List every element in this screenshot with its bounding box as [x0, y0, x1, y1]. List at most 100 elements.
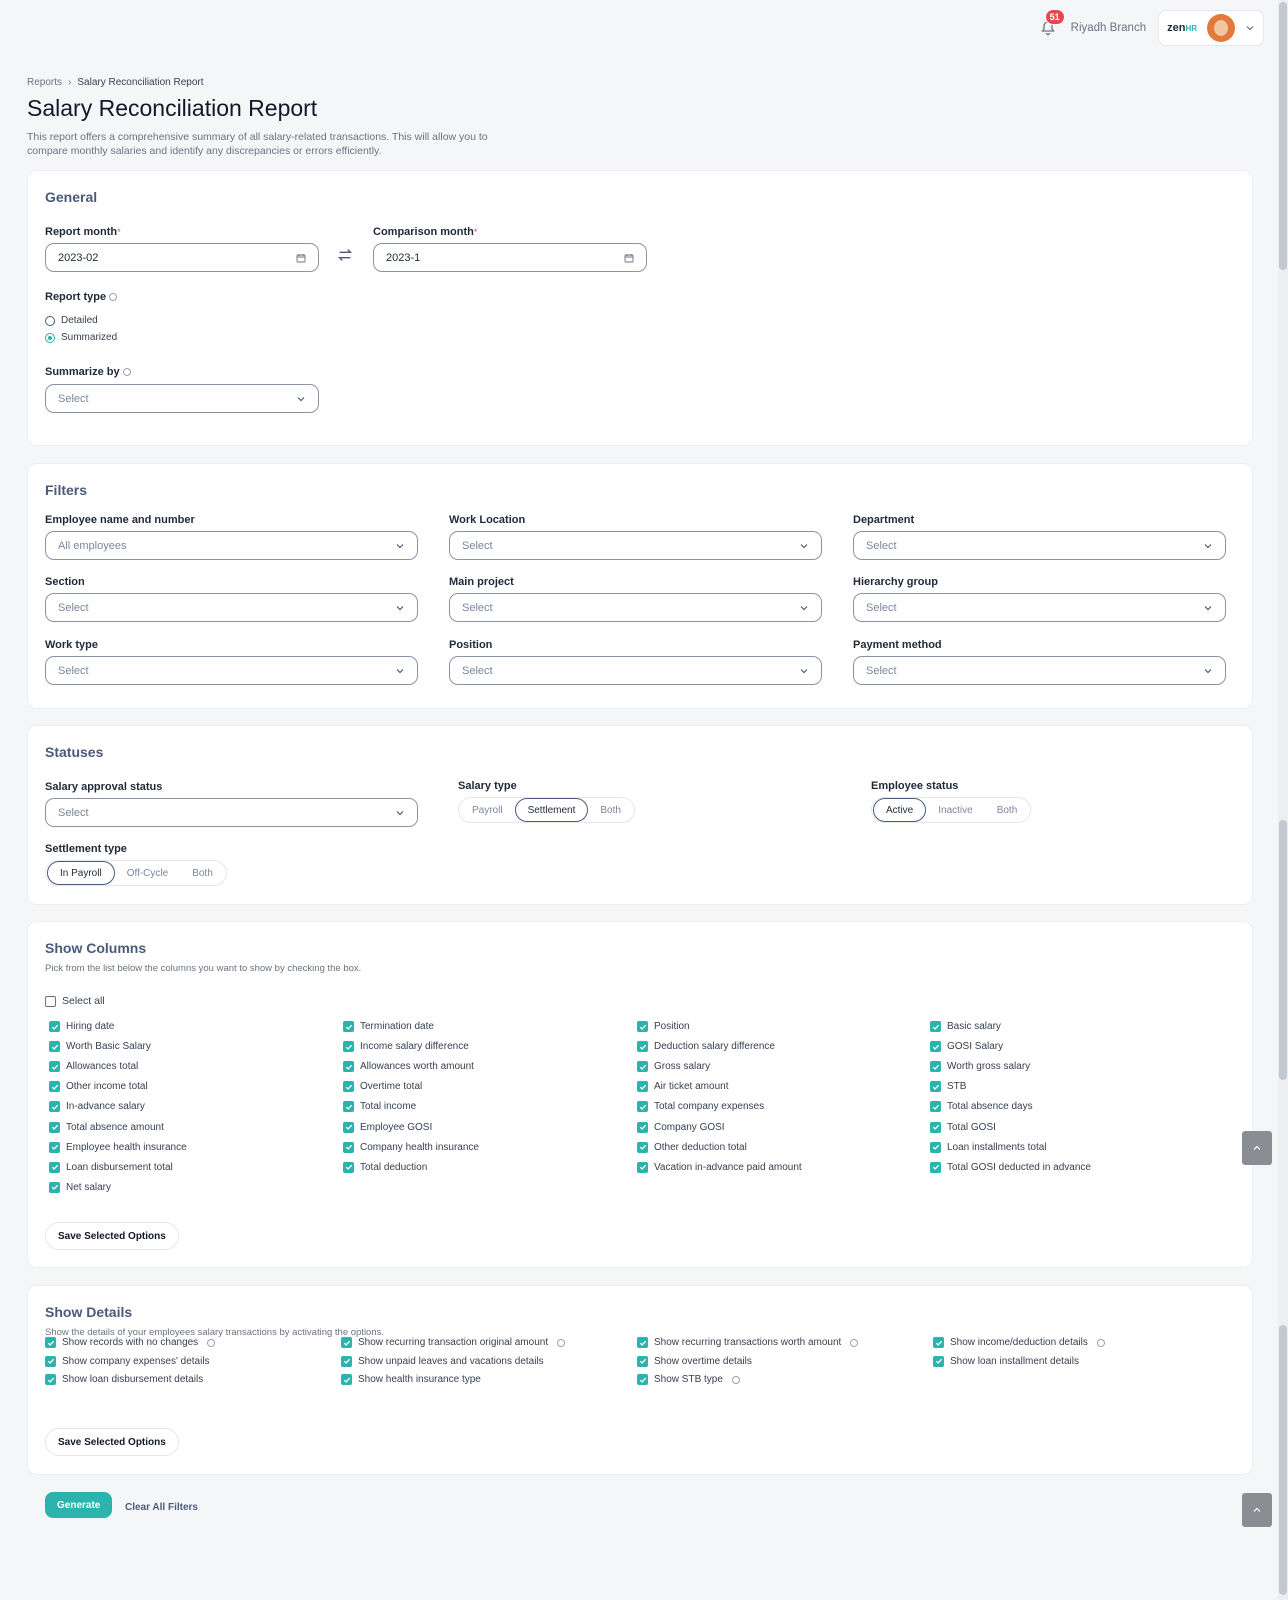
checkbox-position[interactable]: Position: [637, 1021, 690, 1032]
checkbox-hiring-date[interactable]: Hiring date: [49, 1021, 114, 1032]
checkbox-gross-salary[interactable]: Gross salary: [637, 1061, 710, 1073]
checkbox-allowances-total[interactable]: Allowances total: [49, 1061, 138, 1073]
employee-status-both[interactable]: Both: [985, 798, 1030, 822]
checkbox-total-absence-amount[interactable]: Total absence amount: [49, 1121, 164, 1133]
checkbox-income-salary-difference[interactable]: Income salary difference: [343, 1041, 469, 1053]
checkbox-company-health-insurance[interactable]: Company health insurance: [343, 1141, 479, 1153]
chevron-down-icon: [1204, 605, 1212, 610]
checkbox-show-records-with-no-changes[interactable]: Show records with no changes: [45, 1337, 216, 1348]
checkbox-total-gosi-deducted-in-advance[interactable]: Total GOSI deducted in advance: [930, 1161, 1091, 1173]
settlement-type-both[interactable]: Both: [180, 861, 225, 885]
checkbox-worth-basic-salary[interactable]: Worth Basic Salary: [49, 1041, 151, 1053]
checkbox-overtime-total[interactable]: Overtime total: [343, 1081, 422, 1093]
swap-months-button[interactable]: [336, 246, 356, 266]
section-select[interactable]: Select: [45, 593, 418, 622]
branch-name[interactable]: Riyadh Branch: [1071, 22, 1146, 34]
checkbox-employee-gosi[interactable]: Employee GOSI: [343, 1121, 432, 1133]
check-icon: [639, 1164, 646, 1171]
main-project-select[interactable]: Select: [449, 593, 822, 622]
checkbox-total-gosi[interactable]: Total GOSI: [930, 1121, 996, 1133]
scroll-to-top-button[interactable]: [1242, 1131, 1272, 1165]
checkbox-label: Show STB type: [654, 1374, 723, 1385]
employee-name-and-number-select[interactable]: All employees: [45, 531, 418, 560]
hierarchy-group-select[interactable]: Select: [853, 593, 1226, 622]
checkbox-show-loan-disbursement-details[interactable]: Show loan disbursement details: [45, 1374, 203, 1385]
checkbox-deduction-salary-difference[interactable]: Deduction salary difference: [637, 1041, 775, 1053]
scroll-thumb[interactable]: [1279, 1325, 1287, 1595]
checkbox-basic-salary[interactable]: Basic salary: [930, 1021, 1001, 1032]
save-details-button[interactable]: Save Selected Options: [45, 1428, 179, 1456]
save-columns-button[interactable]: Save Selected Options: [45, 1222, 179, 1250]
report-month-input[interactable]: 2023-02: [45, 243, 319, 272]
employee-status-active[interactable]: Active: [873, 798, 927, 822]
checkbox-total-deduction[interactable]: Total deduction: [343, 1161, 427, 1173]
checkbox-employee-health-insurance[interactable]: Employee health insurance: [49, 1141, 187, 1153]
work-type-select[interactable]: Select: [45, 656, 418, 685]
checkbox-worth-gross-salary[interactable]: Worth gross salary: [930, 1061, 1031, 1073]
checkbox-show-recurring-transaction-original-amount[interactable]: Show recurring transaction original amou…: [341, 1337, 566, 1348]
checkbox-label: Worth gross salary: [947, 1061, 1031, 1073]
checkbox-show-unpaid-leaves-and-vacations-details[interactable]: Show unpaid leaves and vacations details: [341, 1355, 544, 1367]
report-type-summarized-radio[interactable]: Summarized: [45, 332, 117, 343]
department-select[interactable]: Select: [853, 531, 1226, 560]
select-all-checkbox[interactable]: Select all: [45, 995, 105, 1007]
clear-all-filters-link[interactable]: Clear All Filters: [125, 1502, 198, 1513]
salary-type-payroll[interactable]: Payroll: [460, 798, 515, 822]
show-columns-title: Show Columns: [45, 940, 147, 956]
checkbox-other-income-total[interactable]: Other income total: [49, 1081, 148, 1093]
comparison-month-input[interactable]: 2023-1: [373, 243, 647, 272]
checkbox-air-ticket-amount[interactable]: Air ticket amount: [637, 1081, 728, 1093]
checkbox-show-company-expenses-details[interactable]: Show company expenses' details: [45, 1355, 210, 1367]
salary-approval-select[interactable]: Select: [45, 798, 418, 827]
checkbox-termination-date[interactable]: Termination date: [343, 1021, 434, 1032]
page-scrollbar[interactable]: [1278, 0, 1288, 1600]
checkbox-total-absence-days[interactable]: Total absence days: [930, 1101, 1033, 1113]
checkbox-gosi-salary[interactable]: GOSI Salary: [930, 1041, 1003, 1053]
checkbox-show-loan-installment-details[interactable]: Show loan installment details: [933, 1355, 1079, 1367]
checkbox-allowances-worth-amount[interactable]: Allowances worth amount: [343, 1061, 474, 1073]
checkbox-label: Total absence amount: [66, 1121, 164, 1133]
scroll-to-top-button[interactable]: [1242, 1493, 1272, 1527]
checkbox-other-deduction-total[interactable]: Other deduction total: [637, 1141, 747, 1153]
checkbox-stb[interactable]: STB: [930, 1081, 966, 1093]
position-select[interactable]: Select: [449, 656, 822, 685]
notifications-button[interactable]: 51: [1037, 9, 1065, 39]
work-location-select[interactable]: Select: [449, 531, 822, 560]
calendar-icon: [624, 253, 634, 262]
breadcrumb-reports-link[interactable]: Reports: [27, 77, 62, 88]
checkbox-show-recurring-transactions-worth-amount[interactable]: Show recurring transactions worth amount: [637, 1337, 859, 1348]
checkbox-checked: [45, 1337, 56, 1348]
check-icon: [639, 1044, 646, 1050]
report-type-detailed-radio[interactable]: Detailed: [45, 315, 98, 326]
payment-method-select[interactable]: Select: [853, 656, 1226, 685]
checkbox-checked: [637, 1081, 648, 1093]
scroll-thumb[interactable]: [1279, 2, 1287, 270]
checkbox-show-overtime-details[interactable]: Show overtime details: [637, 1355, 752, 1367]
checkbox-company-gosi[interactable]: Company GOSI: [637, 1121, 725, 1133]
settlement-type-in-payroll[interactable]: In Payroll: [47, 861, 115, 885]
salary-type-settlement[interactable]: Settlement: [514, 798, 589, 822]
checkbox-in-advance-salary[interactable]: In-advance salary: [49, 1101, 145, 1113]
checkbox-total-company-expenses[interactable]: Total company expenses: [637, 1101, 764, 1113]
checkbox-loan-disbursement-total[interactable]: Loan disbursement total: [49, 1161, 173, 1173]
settlement-type-off-cycle[interactable]: Off-Cycle: [115, 861, 181, 885]
checkbox-net-salary[interactable]: Net salary: [49, 1181, 111, 1193]
payment-method-value: Select: [866, 664, 897, 677]
scroll-thumb[interactable]: [1279, 820, 1287, 1080]
checkbox-checked: [49, 1161, 60, 1173]
checkbox-show-stb-type[interactable]: Show STB type: [637, 1374, 740, 1385]
checkbox-vacation-in-advance-paid-amount[interactable]: Vacation in-advance paid amount: [637, 1161, 802, 1173]
salary-type-both[interactable]: Both: [588, 798, 633, 822]
summarize-by-select[interactable]: Select: [45, 384, 319, 413]
checkbox-total-income[interactable]: Total income: [343, 1101, 416, 1113]
account-menu[interactable]: zenHR: [1158, 10, 1264, 46]
checkbox-loan-installments-total[interactable]: Loan installments total: [930, 1141, 1047, 1153]
check-icon: [639, 1084, 646, 1090]
salary-approval-value: Select: [58, 806, 89, 819]
checkbox-show-health-insurance-type[interactable]: Show health insurance type: [341, 1374, 481, 1385]
checkbox-show-income-deduction-details[interactable]: Show income/deduction details: [933, 1337, 1105, 1348]
employee-status-inactive[interactable]: Inactive: [926, 798, 984, 822]
generate-button[interactable]: Generate: [45, 1492, 113, 1518]
check-icon: [47, 1340, 54, 1346]
chevron-down-icon: [396, 810, 404, 815]
